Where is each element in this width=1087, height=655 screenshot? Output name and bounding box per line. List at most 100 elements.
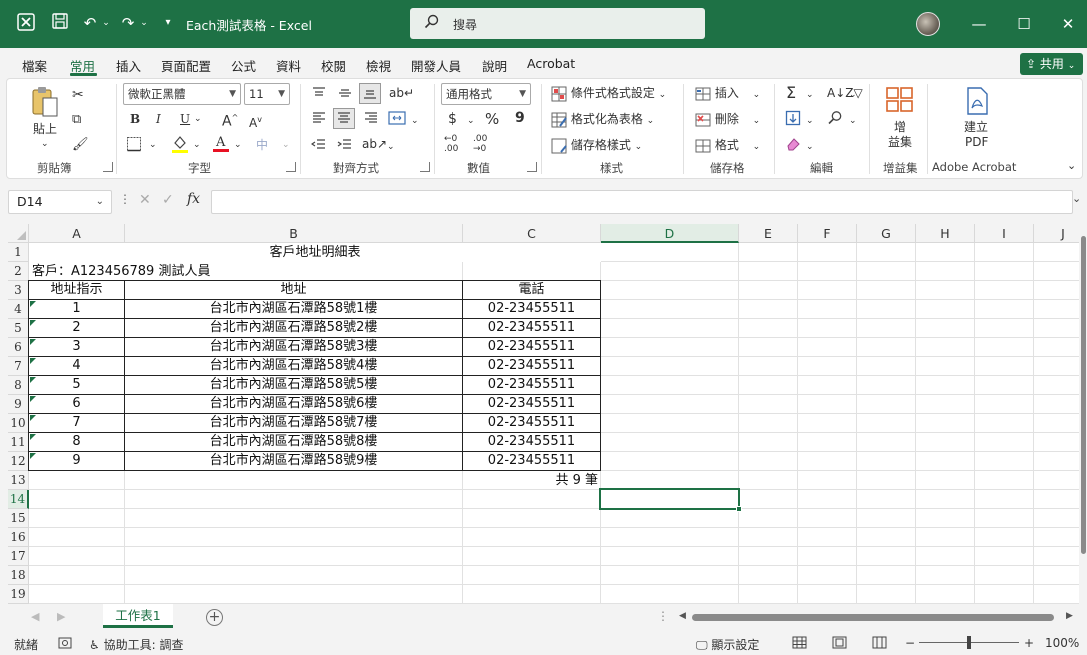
borders-button[interactable]	[126, 136, 142, 157]
avatar[interactable]	[916, 12, 940, 36]
autosum-icon[interactable]: Σ	[786, 84, 796, 102]
scroll-sheets-left-icon[interactable]: ◀	[31, 610, 39, 623]
clear-dropdown-icon[interactable]: ⌄	[806, 138, 814, 156]
font-color-dropdown-icon[interactable]: ⌄	[234, 136, 242, 154]
find-select-icon[interactable]	[827, 110, 843, 131]
display-settings-button[interactable]: 🖵 顯示設定	[696, 636, 759, 653]
column-header-h[interactable]: H	[916, 224, 975, 243]
clear-icon[interactable]	[785, 136, 801, 157]
column-header-b[interactable]: B	[125, 224, 463, 243]
index-cell[interactable]: 2	[29, 319, 125, 338]
error-indicator-icon[interactable]	[30, 415, 36, 421]
customize-qat-icon[interactable]: ▾	[158, 12, 178, 34]
row-header[interactable]: 13	[8, 471, 29, 490]
zoom-out-button[interactable]: −	[905, 636, 915, 650]
phone-cell[interactable]: 02-23455511	[463, 376, 601, 395]
row-header[interactable]: 9	[8, 395, 29, 414]
error-indicator-icon[interactable]	[30, 301, 36, 307]
row-header[interactable]: 2	[8, 262, 29, 281]
select-all-button[interactable]	[8, 224, 29, 243]
address-cell[interactable]: 台北市內湖區石潭路58號5樓	[125, 376, 463, 395]
tab-page-layout[interactable]: 頁面配置	[161, 56, 211, 75]
align-right-icon[interactable]	[363, 110, 379, 131]
address-cell[interactable]: 台北市內湖區石潭路58號1樓	[125, 300, 463, 319]
tab-acrobat[interactable]: Acrobat	[527, 56, 575, 71]
decrease-decimal-icon[interactable]: .00 →0	[473, 134, 487, 154]
column-header-f[interactable]: F	[798, 224, 857, 243]
tab-review[interactable]: 校閱	[321, 56, 346, 75]
search-box[interactable]: 搜尋	[410, 8, 705, 39]
fill-color-button[interactable]	[171, 134, 189, 159]
minimize-icon[interactable]: —	[964, 10, 994, 38]
scroll-sheets-right-icon[interactable]: ▶	[57, 610, 65, 623]
tab-insert[interactable]: 插入	[116, 56, 141, 75]
index-cell[interactable]: 5	[29, 376, 125, 395]
index-cell[interactable]: 3	[29, 338, 125, 357]
row-header[interactable]: 3	[8, 281, 29, 300]
maximize-icon[interactable]: ☐	[1009, 10, 1039, 38]
index-cell[interactable]: 8	[29, 433, 125, 452]
column-header-c[interactable]: C	[463, 224, 601, 243]
row-header[interactable]: 10	[8, 414, 29, 433]
grow-font-button[interactable]: A^	[222, 109, 238, 131]
align-top-icon[interactable]	[311, 85, 327, 106]
align-left-icon[interactable]	[311, 110, 327, 131]
format-as-table-button[interactable]: 格式化為表格 ⌄	[551, 110, 654, 130]
phone-cell[interactable]: 02-23455511	[463, 319, 601, 338]
more-options-icon[interactable]: ⋮	[657, 609, 669, 623]
copy-icon[interactable]: ⧉	[72, 111, 81, 129]
index-cell[interactable]: 6	[29, 395, 125, 414]
sort-filter-dropdown-icon[interactable]: ⌄	[849, 86, 857, 104]
phonetic-dropdown-icon[interactable]: ⌄	[282, 136, 290, 154]
index-cell[interactable]: 7	[29, 414, 125, 433]
merge-dropdown-icon[interactable]: ⌄	[411, 112, 419, 130]
column-header-a[interactable]: A	[29, 224, 125, 243]
fill-dropdown-icon[interactable]: ⌄	[806, 112, 814, 130]
align-middle-icon[interactable]	[337, 85, 353, 106]
find-select-dropdown-icon[interactable]: ⌄	[849, 112, 857, 130]
customer-cell[interactable]: 客戶：A123456789 測試人員	[30, 262, 460, 281]
phone-cell[interactable]: 02-23455511	[463, 300, 601, 319]
insert-function-button[interactable]: fx	[187, 191, 200, 207]
sheet-title-cell[interactable]: 客戶地址明細表	[29, 243, 601, 262]
scroll-right-icon[interactable]: ▶	[1066, 611, 1073, 621]
table-header-cell[interactable]: 地址	[125, 281, 463, 300]
sheet-tab-1[interactable]: 工作表1	[103, 604, 173, 628]
delete-cells-button[interactable]: 刪除 ⌄	[695, 110, 760, 130]
insert-cells-button[interactable]: 插入 ⌄	[695, 84, 760, 104]
align-center-icon[interactable]	[333, 108, 355, 129]
accessibility-status[interactable]: ♿ 協助工具: 調查	[89, 636, 183, 653]
row-header[interactable]: 4	[8, 300, 29, 319]
normal-view-icon[interactable]	[792, 636, 807, 652]
row-header[interactable]: 5	[8, 319, 29, 338]
scroll-left-icon[interactable]: ◀	[679, 611, 686, 621]
underline-dropdown-icon[interactable]: ⌄	[194, 110, 202, 128]
phonetic-icon[interactable]: 中	[256, 136, 268, 154]
error-indicator-icon[interactable]	[30, 358, 36, 364]
error-indicator-icon[interactable]	[30, 339, 36, 345]
row-header[interactable]: 6	[8, 338, 29, 357]
address-cell[interactable]: 台北市內湖區石潭路58號6樓	[125, 395, 463, 414]
row-header[interactable]: 12	[8, 452, 29, 471]
column-header-d[interactable]: D	[601, 224, 739, 243]
vertical-scroll-thumb[interactable]	[1081, 236, 1086, 554]
save-icon[interactable]	[50, 12, 70, 34]
number-format-dropdown[interactable]: 通用格式 ▼	[441, 83, 531, 105]
address-cell[interactable]: 台北市內湖區石潭路58號8樓	[125, 433, 463, 452]
decrease-indent-icon[interactable]	[310, 136, 327, 157]
address-cell[interactable]: 台北市內湖區石潭路58號7樓	[125, 414, 463, 433]
italic-button[interactable]: I	[156, 110, 161, 128]
row-header[interactable]: 8	[8, 376, 29, 395]
format-painter-icon[interactable]: 🖌	[72, 136, 89, 154]
error-indicator-icon[interactable]	[30, 434, 36, 440]
error-indicator-icon[interactable]	[30, 453, 36, 459]
tab-formulas[interactable]: 公式	[231, 56, 256, 75]
column-header-j[interactable]: J	[1034, 224, 1079, 243]
zoom-slider-thumb[interactable]	[967, 636, 971, 649]
paste-dropdown-icon[interactable]: ⌄	[41, 135, 49, 153]
row-header[interactable]: 19	[8, 585, 29, 604]
font-name-dropdown[interactable]: 微軟正黑體 ▼	[123, 83, 241, 105]
fill-icon[interactable]	[785, 110, 801, 131]
font-launcher-icon[interactable]	[286, 162, 296, 172]
row-header[interactable]: 16	[8, 528, 29, 547]
